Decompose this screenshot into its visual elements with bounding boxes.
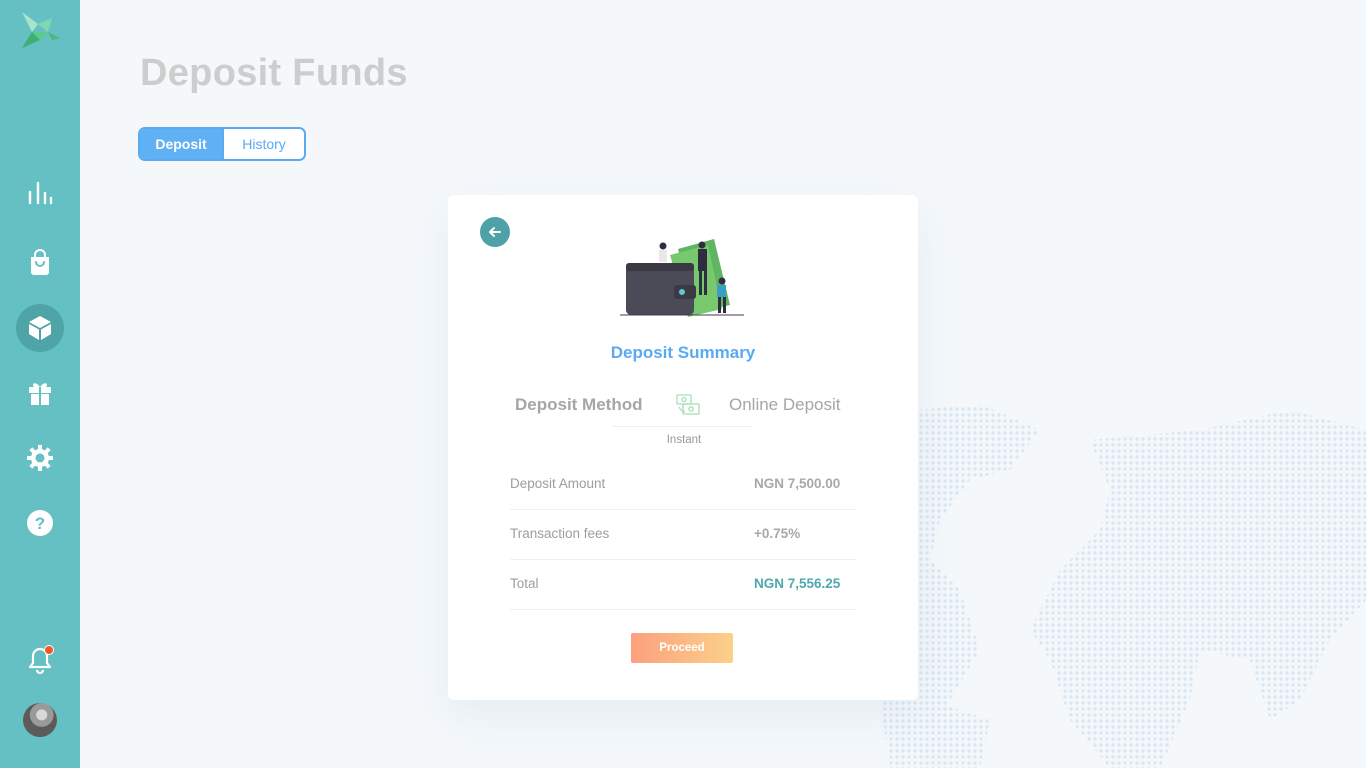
arrow-left-icon: [489, 227, 501, 237]
notifications-button[interactable]: [24, 644, 56, 676]
deposit-summary-card: Deposit Summary Deposit Method Online De…: [448, 195, 918, 700]
notification-dot: [44, 645, 54, 655]
tab-history[interactable]: History: [222, 129, 304, 159]
sidebar: ?: [0, 0, 80, 768]
row-value: NGN 7,500.00: [754, 476, 841, 491]
sidebar-item-analytics[interactable]: [16, 169, 64, 217]
sidebar-item-help[interactable]: ?: [16, 499, 64, 547]
sidebar-item-shop[interactable]: [16, 239, 64, 287]
summary-title: Deposit Summary: [610, 343, 756, 362]
deposit-method-row: Deposit Method Online Deposit: [448, 393, 918, 419]
method-speed: Instant: [666, 434, 702, 446]
tab-group: Deposit History: [138, 127, 306, 161]
row-label: Transaction fees: [510, 526, 610, 541]
sidebar-item-products[interactable]: [16, 304, 64, 352]
bar-chart-icon: [28, 181, 53, 205]
wallet-illustration: [620, 239, 744, 317]
cash-transfer-icon: [676, 394, 700, 415]
world-map-background: [880, 404, 1366, 768]
avatar[interactable]: [23, 703, 57, 737]
sidebar-item-rewards[interactable]: [16, 369, 64, 417]
shopping-bag-icon: [31, 249, 49, 275]
cube-icon: [29, 316, 51, 340]
help-icon: ?: [27, 510, 53, 536]
logo-bird-icon[interactable]: [18, 10, 62, 50]
svg-text:?: ?: [35, 514, 45, 533]
back-button[interactable]: [480, 217, 510, 247]
gift-icon: [29, 383, 51, 405]
row-value: +0.75%: [754, 526, 801, 541]
summary-row-fees: Transaction fees +0.75%: [510, 509, 856, 560]
proceed-button[interactable]: Proceed: [631, 633, 733, 663]
sidebar-item-settings[interactable]: [16, 434, 64, 482]
method-divider: [612, 426, 752, 427]
total-value: NGN 7,556.25: [754, 576, 841, 591]
summary-row-total: Total NGN 7,556.25: [510, 559, 856, 610]
tab-deposit[interactable]: Deposit: [140, 129, 222, 159]
summary-row-amount: Deposit Amount NGN 7,500.00: [510, 459, 856, 510]
row-label: Total: [510, 576, 539, 591]
method-label: Deposit Method: [515, 395, 643, 414]
gear-icon: [27, 445, 53, 471]
method-value: Online Deposit: [729, 395, 841, 414]
row-label: Deposit Amount: [510, 476, 606, 491]
page-title: Deposit Funds: [140, 52, 408, 94]
